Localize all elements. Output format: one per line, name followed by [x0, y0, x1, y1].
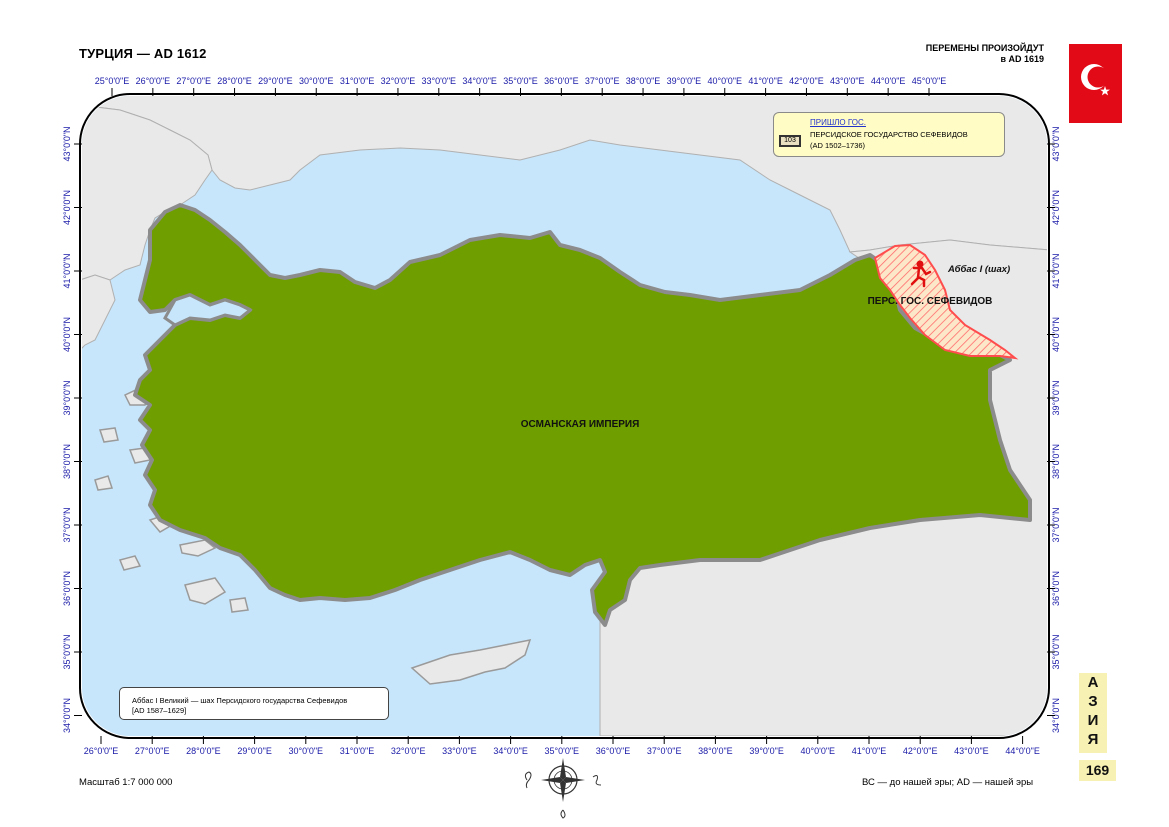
lon-tick-label: 27°0'0"E	[135, 746, 170, 756]
page-title: ТУРЦИЯ — AD 1612	[79, 46, 207, 61]
era-note: ВС — до нашей эры; AD — нашей эры	[862, 777, 1034, 788]
ottoman-label: ОСМАНСКАЯ ИМПЕРИЯ	[521, 419, 640, 430]
lon-tick-label: 33°0'0"E	[442, 746, 477, 756]
lon-tick-label: 41°0'0"E	[852, 746, 887, 756]
lon-tick-label: 29°0'0"E	[258, 76, 293, 86]
legend-badge: 103	[779, 135, 801, 147]
lon-tick-label: 30°0'0"E	[289, 746, 324, 756]
legend-title-link[interactable]: ПРИШЛО ГОС.	[810, 118, 866, 127]
legend-box: ПРИШЛО ГОС. 103 ПЕРСИДСКОЕ ГОСУДАРСТВО С…	[773, 112, 1005, 157]
legend-state-name: ПЕРСИДСКОЕ ГОСУДАРСТВО СЕФЕВИДОВ	[810, 130, 968, 139]
lat-tick-label: 41°0'0"N	[62, 253, 72, 288]
abbas-label: Аббас I (шах)	[947, 264, 1010, 275]
lat-tick-label: 35°0'0"N	[62, 634, 72, 669]
region-tab-asia[interactable]: А З И Я	[1079, 673, 1107, 753]
lon-tick-label: 37°0'0"E	[585, 76, 620, 86]
lon-tick-label: 39°0'0"E	[667, 76, 702, 86]
lon-tick-label: 42°0'0"E	[903, 746, 938, 756]
lon-tick-label: 37°0'0"E	[647, 746, 682, 756]
lon-tick-label: 32°0'0"E	[391, 746, 426, 756]
lon-tick-label: 40°0'0"E	[801, 746, 836, 756]
lon-tick-label: 40°0'0"E	[707, 76, 742, 86]
lat-tick-label: 42°0'0"N	[62, 190, 72, 225]
lon-tick-label: 26°0'0"E	[136, 76, 171, 86]
lat-tick-label: 43°0'0"N	[62, 126, 72, 161]
lon-tick-label: 36°0'0"E	[544, 76, 579, 86]
lon-tick-label: 43°0'0"E	[954, 746, 989, 756]
lat-tick-label: 40°0'0"N	[62, 317, 72, 352]
lon-tick-label: 38°0'0"E	[626, 76, 661, 86]
lat-tick-label: 37°0'0"N	[62, 507, 72, 542]
note-box: Аббас I Великий — шах Персидского госуда…	[119, 687, 389, 720]
lon-tick-label: 44°0'0"E	[1005, 746, 1040, 756]
lat-tick-label: 38°0'0"N	[62, 444, 72, 479]
lon-tick-label: 39°0'0"E	[749, 746, 784, 756]
changes-note: ПЕРЕМЕНЫ ПРОИЗОЙДУТ в AD 1619	[926, 43, 1044, 65]
lon-tick-label: 38°0'0"E	[698, 746, 733, 756]
lat-tick-label: 39°0'0"N	[62, 380, 72, 415]
region-letter: А	[1087, 674, 1099, 691]
lon-tick-label: 30°0'0"E	[299, 76, 334, 86]
lon-tick-label: 34°0'0"E	[462, 76, 497, 86]
changes-line2: в AD 1619	[1000, 54, 1044, 64]
lon-tick-label: 35°0'0"E	[545, 746, 580, 756]
lat-tick-label: 36°0'0"N	[62, 571, 72, 606]
lon-tick-label: 27°0'0"E	[176, 76, 211, 86]
page-number: 169	[1079, 760, 1116, 781]
lon-tick-label: 26°0'0"E	[84, 746, 119, 756]
lon-tick-label: 31°0'0"E	[340, 746, 375, 756]
note-line2: [AD 1587–1629]	[132, 706, 187, 715]
lon-tick-label: 29°0'0"E	[237, 746, 272, 756]
lon-tick-label: 28°0'0"E	[217, 76, 252, 86]
note-line1: Аббас I Великий — шах Персидского госуда…	[132, 696, 348, 705]
scale-text: Масштаб 1:7 000 000	[79, 777, 173, 788]
turkey-flag-icon	[1069, 44, 1122, 123]
lat-tick-label: 34°0'0"N	[62, 698, 72, 733]
changes-line1: ПЕРЕМЕНЫ ПРОИЗОЙДУТ	[925, 43, 1044, 53]
lon-tick-label: 45°0'0"E	[912, 76, 947, 86]
safavid-label: ПЕРС. ГОС. СЕФЕВИДОВ	[868, 296, 993, 307]
lon-tick-label: 36°0'0"E	[596, 746, 631, 756]
lon-tick-label: 31°0'0"E	[340, 76, 375, 86]
legend-state-dates: (AD 1502–1736)	[810, 141, 866, 150]
lon-tick-label: 44°0'0"E	[871, 76, 906, 86]
lon-tick-label: 25°0'0"E	[95, 76, 130, 86]
lon-tick-label: 43°0'0"E	[830, 76, 865, 86]
compass-rose-icon	[524, 758, 602, 819]
lon-tick-label: 32°0'0"E	[381, 76, 416, 86]
lon-tick-label: 28°0'0"E	[186, 746, 221, 756]
region-letter: З	[1088, 693, 1098, 710]
lon-tick-label: 34°0'0"E	[493, 746, 528, 756]
lon-tick-label: 35°0'0"E	[503, 76, 538, 86]
lon-tick-label: 41°0'0"E	[748, 76, 783, 86]
region-letter: И	[1087, 712, 1099, 729]
lon-tick-label: 33°0'0"E	[422, 76, 457, 86]
region-letter: Я	[1087, 731, 1099, 748]
lon-tick-label: 42°0'0"E	[789, 76, 824, 86]
